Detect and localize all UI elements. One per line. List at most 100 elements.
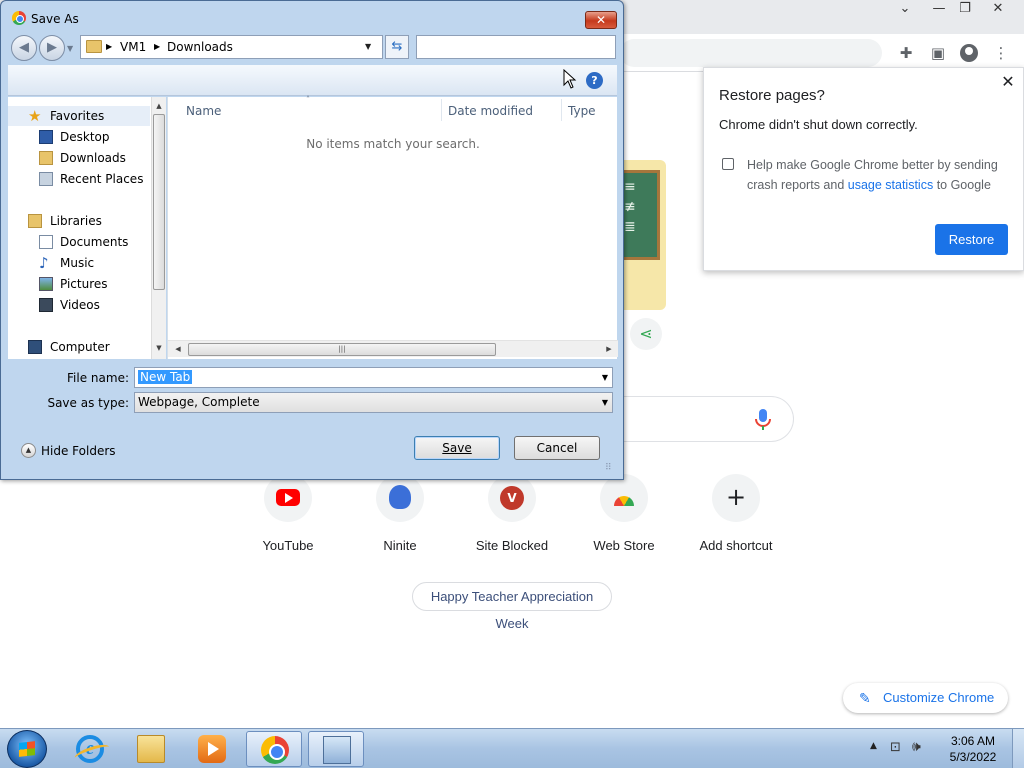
show-hidden-icons-icon[interactable]: ▲ (870, 741, 877, 751)
share-doodle-icon[interactable]: ⋖ (630, 318, 662, 350)
shortcut-site-blocked[interactable]: V Site Blocked (456, 474, 568, 564)
empty-message: No items match your search. (306, 137, 480, 151)
taskbar-chrome[interactable] (246, 731, 302, 767)
taskbar-installer[interactable] (308, 731, 364, 767)
nav-item-documents[interactable]: Documents (8, 232, 150, 252)
nav-item-pictures[interactable]: Pictures (8, 274, 150, 294)
file-name-label: File name: (67, 371, 129, 385)
usage-stats-checkbox[interactable] (722, 158, 734, 170)
youtube-icon (276, 489, 300, 506)
scroll-right-icon[interactable]: ▶ (602, 342, 616, 356)
volume-icon[interactable]: 🕪 (912, 739, 921, 755)
ninite-icon (389, 485, 411, 509)
nav-label: Favorites (50, 109, 105, 123)
close-icon[interactable]: ✕ (998, 74, 1018, 94)
side-panel-icon[interactable]: ▣ (926, 41, 950, 65)
chevron-right-icon[interactable]: ▶ (154, 36, 160, 58)
sort-ascending-icon: ˄ (306, 95, 310, 104)
horizontal-scrollbar[interactable]: ◀ ||| ▶ (168, 340, 618, 357)
nav-item-downloads[interactable]: Downloads (8, 148, 150, 168)
column-divider[interactable] (441, 99, 442, 121)
mouse-cursor-icon (563, 69, 577, 89)
nav-item-favorites[interactable]: ★ Favorites (8, 106, 150, 126)
computer-icon (28, 340, 42, 354)
hide-folders-toggle[interactable]: ▲ Hide Folders (21, 443, 116, 459)
microphone-icon[interactable] (752, 408, 774, 432)
help-icon[interactable]: ? (586, 72, 603, 89)
doodle-chip[interactable]: Happy Teacher Appreciation Week (412, 582, 612, 631)
google-search-box[interactable] (612, 396, 794, 442)
forward-button[interactable]: ▶ (39, 35, 65, 61)
chevron-down-icon[interactable]: ▼ (365, 36, 371, 58)
nav-scrollbar[interactable]: ▲ ▼ (151, 97, 166, 359)
taskbar-media-player[interactable] (184, 731, 240, 767)
customize-chrome-button[interactable]: ✎ Customize Chrome (843, 683, 1008, 713)
nav-item-videos[interactable]: Videos (8, 295, 150, 315)
address-bar[interactable]: ▶ VM1 ▶ Downloads ▼ (80, 35, 383, 59)
restore-window-icon[interactable]: ❐ (954, 0, 976, 20)
extensions-icon[interactable]: ✚ (894, 41, 918, 65)
profile-icon[interactable] (957, 41, 981, 65)
save-type-select[interactable]: Webpage, Complete ▼ (134, 392, 613, 413)
back-button[interactable]: ◀ (11, 35, 37, 61)
minimize-icon[interactable]: — (928, 0, 950, 20)
nav-item-libraries[interactable]: Libraries (8, 211, 150, 231)
chevron-right-icon[interactable]: ▶ (106, 36, 112, 58)
save-type-value: Webpage, Complete (138, 395, 260, 409)
shortcut-youtube[interactable]: YouTube (232, 474, 344, 564)
taskbar-windows-explorer[interactable] (123, 731, 179, 767)
file-list: ˄ Name Date modified Type No items match… (167, 95, 618, 359)
nav-item-desktop[interactable]: Desktop (8, 127, 150, 147)
file-name-value[interactable]: New Tab (138, 370, 193, 384)
recent-locations-icon[interactable]: ▼ (67, 44, 73, 53)
breadcrumb-downloads[interactable]: Downloads (167, 36, 233, 58)
shortcut-web-store[interactable]: Web Store (568, 474, 680, 564)
checkbox-text-end: to Google (933, 178, 991, 192)
save-type-label: Save as type: (47, 396, 129, 410)
tab-search-icon[interactable]: ⌄ (893, 0, 917, 20)
cancel-button[interactable]: Cancel (514, 436, 600, 460)
column-header-type[interactable]: Type (568, 101, 596, 121)
pictures-icon (39, 277, 53, 291)
close-window-icon[interactable]: ✕ (986, 0, 1010, 20)
shortcut-label: Add shortcut (699, 538, 773, 553)
chevron-down-icon[interactable]: ▼ (602, 368, 608, 387)
scrollbar-thumb[interactable]: ||| (188, 343, 496, 356)
usage-statistics-link[interactable]: usage statistics (848, 178, 933, 192)
scroll-up-icon[interactable]: ▲ (152, 99, 166, 113)
music-icon: ♪ (39, 254, 49, 272)
column-divider[interactable] (561, 99, 562, 121)
search-input[interactable] (416, 35, 616, 59)
breadcrumb-vm1[interactable]: VM1 (120, 36, 146, 58)
column-header-name[interactable]: Name (186, 101, 221, 121)
nav-item-recent-places[interactable]: Recent Places (8, 169, 150, 189)
chevron-down-icon[interactable]: ▼ (602, 393, 608, 412)
file-name-input[interactable]: New Tab ▼ (134, 367, 613, 388)
scrollbar-thumb[interactable] (153, 114, 165, 290)
clock[interactable]: 3:06 AM 5/3/2022 (940, 733, 1006, 765)
nav-item-music[interactable]: ♪ Music (8, 253, 150, 273)
scroll-left-icon[interactable]: ◀ (171, 342, 185, 356)
refresh-icon[interactable]: ⇆ (385, 35, 409, 59)
column-header-date[interactable]: Date modified (448, 101, 533, 121)
chrome-menu-icon[interactable]: ⋮ (989, 41, 1013, 65)
shortcut-ninite[interactable]: Ninite (344, 474, 456, 564)
shortcut-label: Web Store (593, 538, 655, 553)
shortcut-add[interactable]: + Add shortcut (680, 474, 792, 564)
taskbar-internet-explorer[interactable]: e (62, 731, 118, 767)
show-desktop-button[interactable] (1012, 729, 1024, 768)
resize-grip-icon[interactable]: ⠿ (605, 463, 612, 473)
close-icon[interactable]: ✕ (585, 11, 617, 29)
nav-item-computer[interactable]: Computer (8, 337, 150, 357)
start-button[interactable] (7, 730, 47, 768)
scroll-down-icon[interactable]: ▼ (152, 341, 166, 355)
network-icon[interactable]: ⊡ (890, 740, 901, 755)
nav-label: Music (60, 256, 95, 270)
downloads-folder-icon (39, 151, 53, 165)
videos-icon (39, 298, 53, 312)
plus-icon: + (725, 483, 747, 511)
restore-button[interactable]: Restore (935, 224, 1008, 255)
google-doodle[interactable]: ≡ ≢ ≣ (620, 160, 666, 310)
save-button[interactable]: Save (414, 436, 500, 460)
omnibox[interactable] (620, 39, 882, 67)
